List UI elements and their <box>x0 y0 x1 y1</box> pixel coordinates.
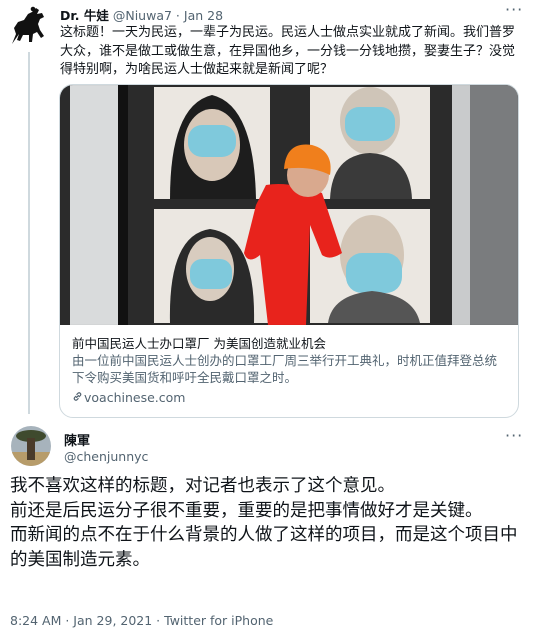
tweet2-text: 我不喜欢这样的标题，对记者也表示了这个意见。 前还是后民运分子很不重要，重要的是… <box>10 474 530 572</box>
tweet1-text: 这标题！一天为民运，一辈子为民运。民运人士做点实业就成了新闻。我们普罗大众，谁不… <box>60 25 516 77</box>
tweet2-line-2: 前还是后民运分子很不重要，重要的是把事情做好才是关键。 <box>10 500 483 521</box>
tweet2-author-handle[interactable]: @chenjunnyc <box>64 449 148 464</box>
card-title[interactable]: 前中国民运人士办口罩厂 为美国创造就业机会 <box>72 333 326 352</box>
tweet2-author-name[interactable]: 陳軍 <box>64 430 90 449</box>
card-domain-text: voachinese.com <box>84 390 186 405</box>
tweet1-author-name[interactable]: Dr. 牛娃 <box>60 8 109 23</box>
link-preview-card[interactable]: 前中国民运人士办口罩厂 为美国创造就业机会 由一位前中国民运人士创办的口罩工厂周… <box>59 84 519 418</box>
avatar-baobab-tree[interactable] <box>11 426 51 466</box>
card-domain[interactable]: voachinese.com <box>72 390 185 405</box>
card-image-mask-portraits <box>60 85 518 325</box>
tweet1-header: Dr. 牛娃 @Niuwa7 · Jan 28 <box>60 5 223 24</box>
tweet2-more-options-icon[interactable]: ··· <box>505 426 523 445</box>
tweet1-date[interactable]: Jan 28 <box>184 8 223 23</box>
tweet2-timestamp-source[interactable]: 8:24 AM · Jan 29, 2021 · Twitter for iPh… <box>10 613 273 628</box>
thread-connector-line <box>28 52 30 414</box>
link-icon <box>72 390 84 405</box>
avatar-horse-rider[interactable] <box>6 4 50 48</box>
baobab-tree-icon <box>11 426 51 466</box>
tweet2-line-3: 而新闻的点不在于什么背景的人做了这样的项目，而是这个项目中的美国制造元素。 <box>10 525 518 570</box>
horse-rider-icon <box>12 6 44 44</box>
tweet1-author-handle[interactable]: @Niuwa7 <box>113 8 172 23</box>
card-description: 由一位前中国民运人士创办的口罩工厂周三举行开工典礼，时机正值拜登总统下令购买美国… <box>72 353 498 385</box>
tweet1-separator: · <box>175 8 180 23</box>
tweet2-line-1: 我不喜欢这样的标题，对记者也表示了这个意见。 <box>10 476 395 496</box>
tweet1-more-options-icon[interactable]: ··· <box>505 0 523 19</box>
